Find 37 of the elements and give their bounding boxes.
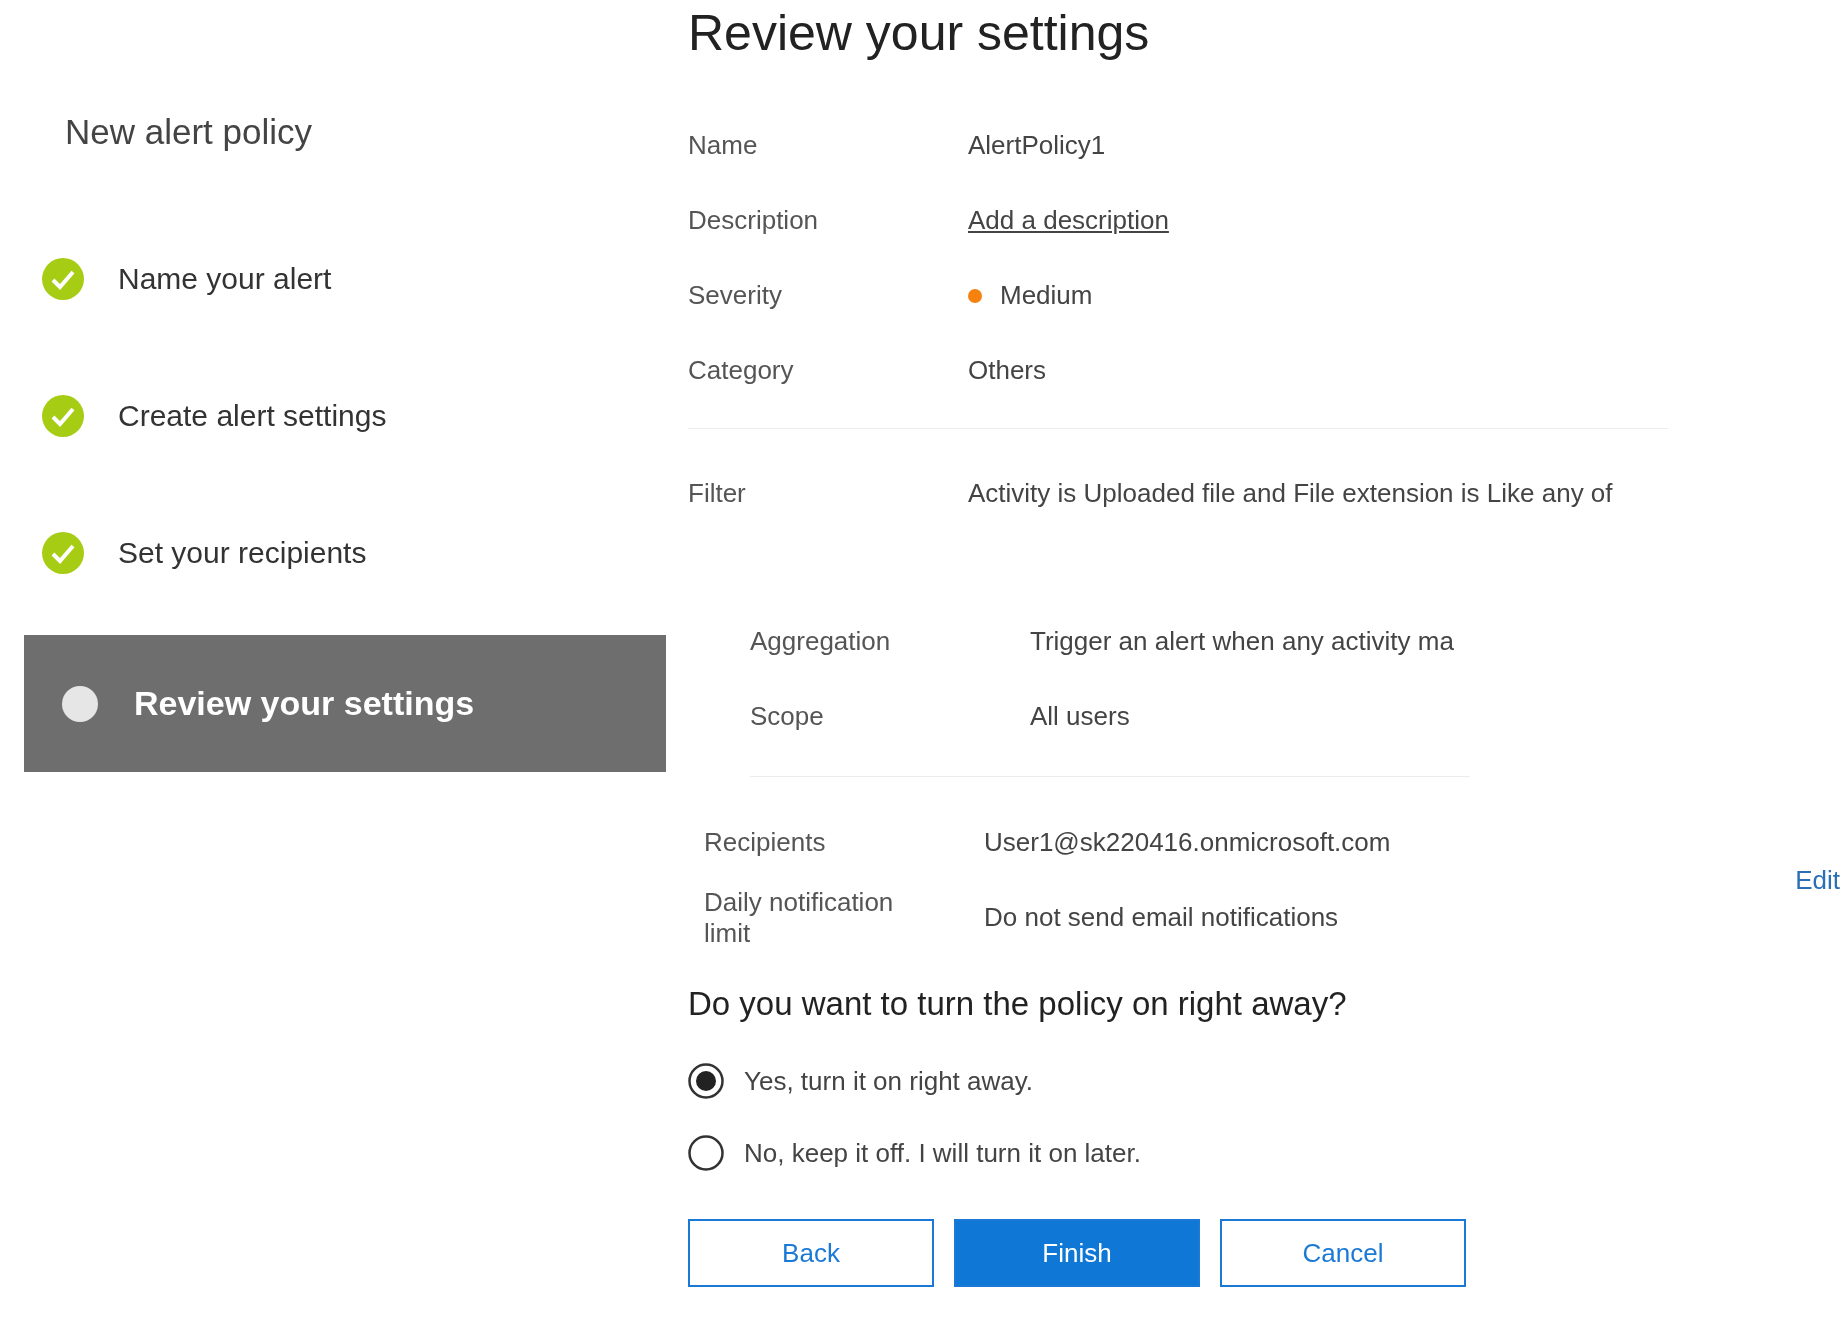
page-title: Review your settings — [688, 4, 1150, 63]
radio-button[interactable] — [688, 1135, 724, 1171]
field-label: Scope — [750, 701, 825, 732]
field-label: Name — [688, 130, 759, 161]
field-label: Daily notification limit — [704, 886, 895, 949]
check-icon — [42, 531, 84, 574]
wizard-step[interactable]: Name your alert — [0, 210, 688, 347]
option-label: No, keep it off. I will turn it on later. — [744, 1137, 1141, 1169]
check-icon — [42, 394, 84, 437]
action-button[interactable]: Back — [688, 1219, 934, 1287]
action-button[interactable]: Finish — [954, 1219, 1200, 1287]
field-value: User1@sk220416.onmicrosoft.com — [984, 827, 1391, 858]
check-icon — [42, 257, 84, 300]
description-link[interactable]: Add a description — [968, 205, 1169, 236]
edit-link[interactable]: Edit — [1795, 864, 1840, 896]
field-value: Activity is Uploaded file and File extension is Like any of — [968, 478, 1613, 509]
field-label: Filter — [688, 478, 747, 509]
field-label: Category — [688, 355, 795, 386]
wizard-step[interactable]: Set your recipients — [0, 484, 688, 621]
selected-step[interactable]: Review your settings — [24, 635, 666, 772]
question-text: Do you want to turn the policy on right away? — [688, 985, 1347, 1023]
field-label: Severity — [688, 280, 783, 311]
option-label: Yes, turn it on right away. — [744, 1065, 1034, 1097]
field-value: Medium — [1000, 280, 1093, 311]
field-value: Do not send email notifications — [984, 902, 1339, 933]
field-label: Aggregation — [750, 626, 892, 657]
field-value: Others — [968, 355, 1047, 386]
wizard-step[interactable]: Create alert settings — [0, 347, 688, 484]
field-value: All users — [1030, 701, 1130, 732]
wizard-title: New alert policy — [65, 112, 313, 152]
field-label: Recipients — [704, 827, 827, 858]
field-label: Description — [688, 205, 820, 236]
circle-icon — [62, 685, 98, 722]
action-button[interactable]: Cancel — [1220, 1219, 1466, 1287]
field-value: Trigger an alert when any activity ma — [1030, 626, 1454, 657]
radio-button[interactable] — [688, 1063, 724, 1099]
field-value: AlertPolicy1 — [968, 130, 1106, 161]
